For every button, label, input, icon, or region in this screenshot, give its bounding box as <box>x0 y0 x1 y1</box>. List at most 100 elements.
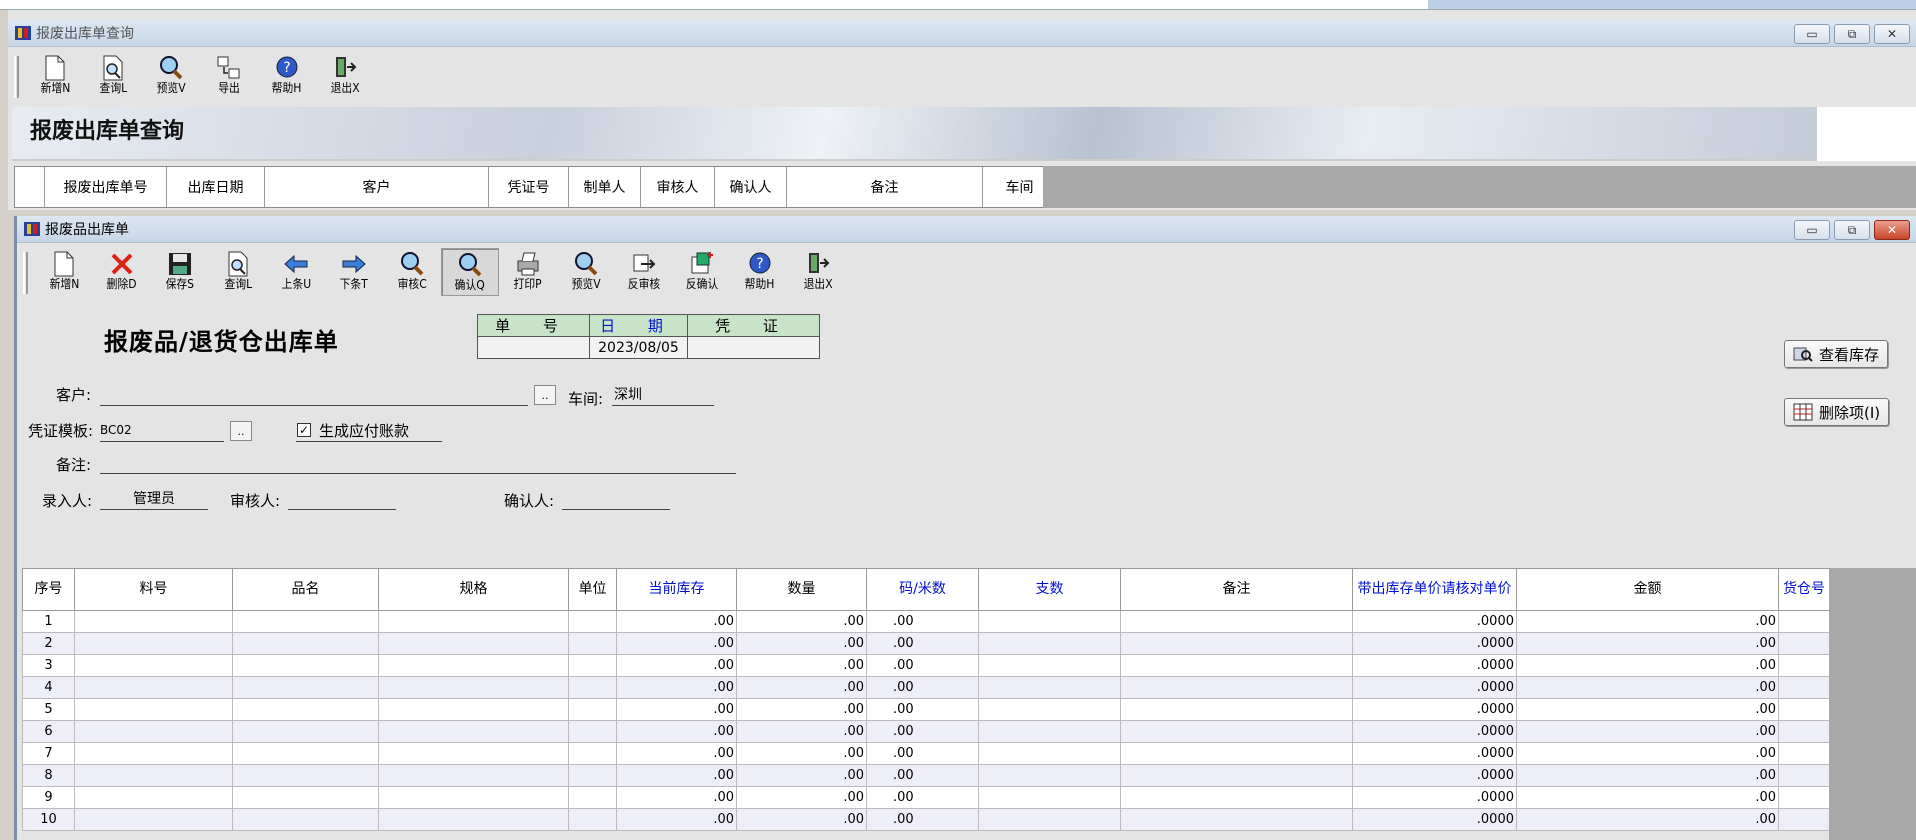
grid-cell[interactable]: .0000 <box>1352 742 1517 765</box>
grid-cell[interactable] <box>1120 654 1353 677</box>
back-toolbar-button-4[interactable]: ? 帮助H <box>258 52 316 100</box>
grid-cell[interactable] <box>378 808 569 831</box>
front-toolbar-button-5[interactable]: 下条T <box>325 248 383 296</box>
grid-cell[interactable]: .00 <box>736 720 867 743</box>
grid-cell[interactable] <box>978 610 1121 633</box>
grid-cell[interactable]: .00 <box>866 742 979 765</box>
grid-cell[interactable] <box>378 764 569 787</box>
query-column-header[interactable]: 报废出库单号 <box>45 167 167 207</box>
remark-field[interactable] <box>100 454 736 474</box>
grid-cell[interactable]: .00 <box>866 654 979 677</box>
restore-button[interactable]: ⧉ <box>1834 220 1870 240</box>
grid-cell[interactable] <box>568 720 617 743</box>
grid-cell[interactable]: .00 <box>736 610 867 633</box>
grid-cell[interactable] <box>1778 676 1830 699</box>
grid-cell[interactable]: .00 <box>736 808 867 831</box>
grid-cell[interactable]: .00 <box>866 720 979 743</box>
grid-cell[interactable] <box>1120 764 1353 787</box>
back-window-titlebar[interactable]: 报废出库单查询 ▭ ⧉ ✕ <box>8 20 1916 47</box>
grid-cell[interactable]: .00 <box>616 786 737 809</box>
grid-cell[interactable]: .00 <box>1516 720 1779 743</box>
grid-cell[interactable]: .00 <box>616 742 737 765</box>
grid-cell[interactable]: .00 <box>616 654 737 677</box>
back-toolbar-button-0[interactable]: 新增N <box>26 52 84 100</box>
front-toolbar-button-4[interactable]: 上条U <box>267 248 325 296</box>
grid-cell[interactable]: .0000 <box>1352 654 1517 677</box>
grid-cell[interactable] <box>568 786 617 809</box>
grid-cell[interactable]: .00 <box>1516 676 1779 699</box>
query-column-header[interactable]: 凭证号 <box>489 167 569 207</box>
front-toolbar-button-11[interactable]: 反确认 <box>673 248 731 296</box>
grid-cell[interactable]: .00 <box>736 676 867 699</box>
template-browse-button[interactable]: .. <box>230 421 252 441</box>
grid-cell[interactable]: .0000 <box>1352 764 1517 787</box>
grid-cell[interactable] <box>978 808 1121 831</box>
doc-voucher-value[interactable] <box>687 336 820 359</box>
toolbar-grip[interactable] <box>14 56 19 98</box>
grid-column-header[interactable]: 规格 <box>378 568 569 611</box>
grid-cell[interactable] <box>978 632 1121 655</box>
front-window-titlebar[interactable]: 报废品出库单 ▭ ⧉ ✕ <box>17 216 1916 243</box>
grid-cell[interactable] <box>1778 786 1830 809</box>
grid-cell[interactable]: .00 <box>616 764 737 787</box>
grid-cell[interactable] <box>978 786 1121 809</box>
grid-cell[interactable] <box>1120 610 1353 633</box>
front-toolbar-button-6[interactable]: 审核C <box>383 248 441 296</box>
grid-cell[interactable] <box>978 676 1121 699</box>
grid-cell[interactable] <box>1120 720 1353 743</box>
grid-cell[interactable] <box>232 764 379 787</box>
grid-cell[interactable]: .0000 <box>1352 698 1517 721</box>
back-toolbar-button-2[interactable]: 预览V <box>142 52 200 100</box>
table-row[interactable]: 7.00.00.00.0000.00 <box>22 742 1830 765</box>
grid-cell[interactable] <box>978 764 1121 787</box>
grid-cell[interactable]: .0000 <box>1352 610 1517 633</box>
table-row[interactable]: 8.00.00.00.0000.00 <box>22 764 1830 787</box>
grid-cell[interactable] <box>568 698 617 721</box>
grid-cell[interactable]: .00 <box>866 764 979 787</box>
grid-cell[interactable] <box>568 742 617 765</box>
grid-cell[interactable]: .0000 <box>1352 720 1517 743</box>
grid-column-header[interactable]: 金额 <box>1516 568 1779 611</box>
grid-cell[interactable]: .0000 <box>1352 632 1517 655</box>
grid-column-header[interactable]: 备注 <box>1120 568 1353 611</box>
grid-cell[interactable] <box>74 698 233 721</box>
grid-column-header[interactable]: 数量 <box>736 568 867 611</box>
grid-cell[interactable] <box>1778 808 1830 831</box>
grid-cell[interactable] <box>1778 654 1830 677</box>
grid-cell[interactable]: .00 <box>866 610 979 633</box>
grid-cell[interactable]: .00 <box>736 742 867 765</box>
grid-cell[interactable] <box>378 654 569 677</box>
table-row[interactable]: 1.00.00.00.0000.00 <box>22 610 1830 633</box>
front-toolbar-button-8[interactable]: 打印P <box>499 248 557 296</box>
grid-cell[interactable] <box>74 764 233 787</box>
grid-cell[interactable]: .0000 <box>1352 786 1517 809</box>
grid-cell[interactable] <box>74 720 233 743</box>
grid-cell[interactable] <box>74 808 233 831</box>
voucher-template-field[interactable]: BC02 <box>100 420 224 442</box>
grid-cell[interactable] <box>1778 720 1830 743</box>
view-stock-button[interactable]: 查看库存 <box>1784 340 1889 368</box>
query-column-header[interactable]: 确认人 <box>715 167 787 207</box>
table-row[interactable]: 10.00.00.00.0000.00 <box>22 808 1830 831</box>
customer-field[interactable] <box>100 386 528 406</box>
restore-button[interactable]: ⧉ <box>1834 24 1870 44</box>
grid-column-header[interactable]: 序号 <box>22 568 75 611</box>
grid-cell[interactable] <box>378 676 569 699</box>
entered-by-field[interactable]: 管理员 <box>100 488 208 510</box>
toolbar-grip[interactable] <box>23 252 28 294</box>
grid-cell[interactable] <box>74 610 233 633</box>
grid-cell[interactable] <box>568 808 617 831</box>
grid-column-header[interactable]: 带出库存单价请核对单价 <box>1352 568 1517 611</box>
auditor-field[interactable] <box>288 490 396 510</box>
delete-item-button[interactable]: 删除项(I) <box>1784 398 1890 426</box>
grid-cell[interactable]: .00 <box>1516 786 1779 809</box>
grid-column-header[interactable]: 码/米数 <box>866 568 979 611</box>
workshop-field[interactable]: 深圳 <box>612 384 714 406</box>
grid-column-header[interactable]: 当前库存 <box>616 568 737 611</box>
grid-cell[interactable]: .00 <box>1516 632 1779 655</box>
grid-cell[interactable] <box>1120 742 1353 765</box>
grid-cell[interactable] <box>1778 764 1830 787</box>
back-toolbar-button-5[interactable]: 退出X <box>316 52 374 100</box>
grid-cell[interactable] <box>232 610 379 633</box>
grid-column-header[interactable]: 货仓号 <box>1778 568 1830 611</box>
